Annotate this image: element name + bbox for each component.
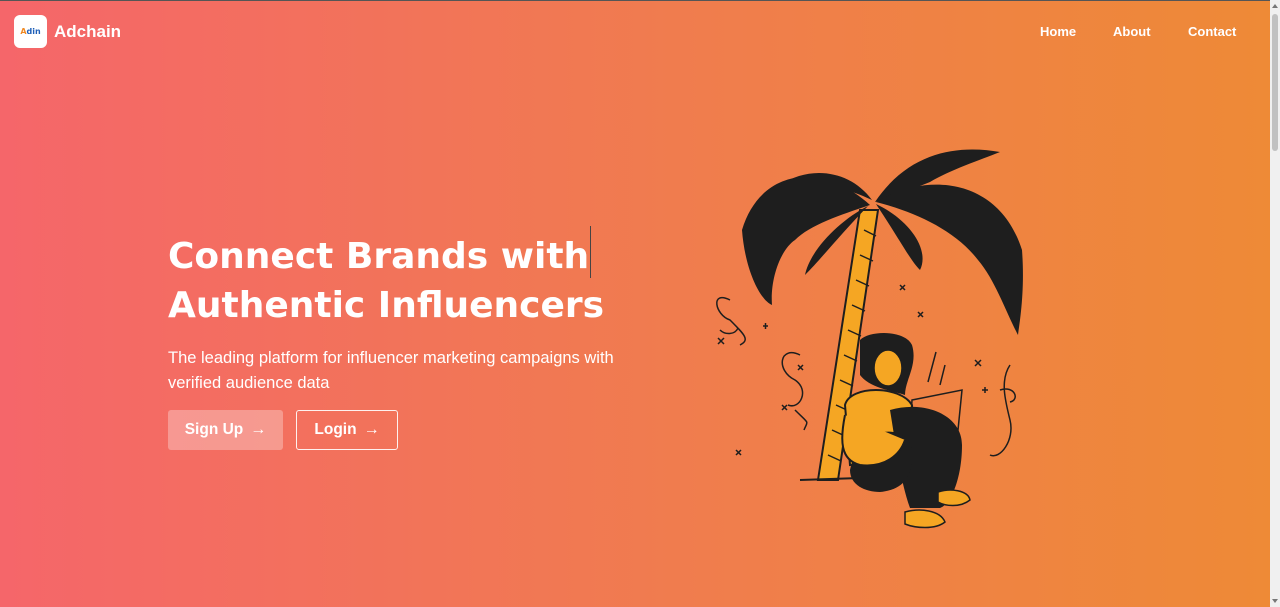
brand[interactable]: Adin Adchain [14,15,121,48]
signup-button[interactable]: Sign Up → [168,410,283,450]
arrow-right-icon: → [250,421,267,438]
nav-link-home[interactable]: Home [1040,24,1076,39]
person-shoe [904,509,946,529]
hero-buttons: Sign Up → Login → [168,410,398,450]
text-cursor [590,226,592,278]
hero-section: Connect Brands with Authentic Influencer… [168,226,688,396]
brand-name: Adchain [54,21,122,41]
navbar: Adin Adchain Home About Contact [0,0,1270,62]
logo-letters: din [26,27,41,36]
palm-frond-right [876,184,1023,335]
login-button[interactable]: Login → [296,410,398,450]
nav-link-about[interactable]: About [1113,24,1151,39]
login-label: Login [314,421,357,438]
logo-icon: Adin [14,15,47,48]
scroll-down-icon[interactable] [1271,597,1279,605]
hero-title-line2: Authentic Influencers [168,285,605,326]
scroll-up-icon[interactable] [1271,2,1279,10]
hero-title: Connect Brands with Authentic Influencer… [168,226,688,330]
nav-link-contact[interactable]: Contact [1188,24,1236,39]
hero-subtitle: The leading platform for influencer mark… [168,349,614,392]
signup-label: Sign Up [184,421,244,438]
arrow-right-icon: → [363,421,380,438]
hero-title-line1: Connect Brands with [168,236,590,277]
decor-swirl [716,297,746,346]
palm-tree-illustration [716,149,1023,529]
scrollbar[interactable] [1270,0,1280,607]
scroll-thumb[interactable] [1272,14,1278,151]
